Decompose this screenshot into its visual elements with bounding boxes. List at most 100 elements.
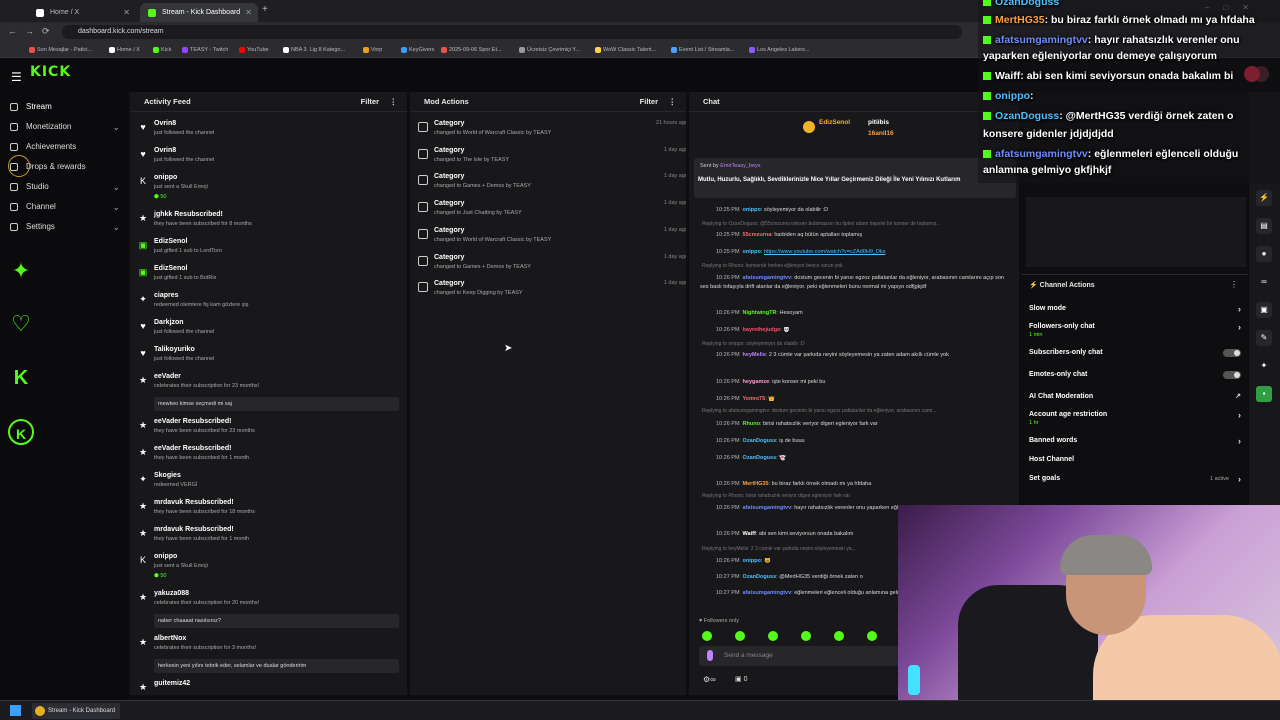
chat-message[interactable]: 10:26 PM OzanDoguss: iş de buuu — [700, 438, 1020, 444]
chevron-right-icon[interactable]: › — [1238, 322, 1241, 332]
bookmark[interactable]: YouTube — [238, 42, 269, 58]
chat-bubble-icon[interactable]: ● — [1256, 246, 1272, 262]
filter-button[interactable]: Filter — [361, 92, 379, 112]
channel-action-slow-mode[interactable]: Slow mode › — [1029, 304, 1241, 314]
doc-icon[interactable]: ▤ — [1256, 218, 1272, 234]
bookmark[interactable]: Kick — [152, 42, 171, 58]
message-user[interactable]: afatsumgamingtvv — [743, 505, 792, 511]
more-icon[interactable]: ⋮ — [669, 92, 677, 112]
bolt-icon[interactable]: ⚡ — [1256, 190, 1272, 206]
bookmark[interactable]: Ücretsiz Çevrimiçi Y... — [518, 42, 580, 58]
tab-x[interactable]: Home / X ✕ — [28, 3, 136, 22]
chevron-down-icon[interactable]: ⌄ — [112, 199, 120, 215]
sidebar-item-stream[interactable]: Stream — [10, 99, 120, 115]
nav-buttons[interactable]: ←→⟳ — [8, 26, 58, 37]
add-widget-icon[interactable]: ▪ — [1256, 386, 1272, 402]
more-icon[interactable]: ⋮ — [1230, 280, 1238, 289]
bookmark[interactable]: TEASY - Twitch — [181, 42, 228, 58]
chat-message[interactable]: 10:26 PM NightwingTR: Hesoyam — [700, 310, 1020, 316]
bookmark[interactable]: Los Angeles Lakers... — [748, 42, 810, 58]
chat-message[interactable]: 10:25 PM onippo: https://www.youtube.com/… — [700, 249, 1020, 255]
chat-message[interactable]: 10:26 PM heyMelis: 2 3 cümle var şarkıda … — [700, 352, 1020, 358]
message-user[interactable]: NightwingTR — [743, 310, 777, 316]
bookmark[interactable]: 2025-09-06 Spor Et... — [440, 42, 502, 58]
chevron-right-icon[interactable]: › — [1238, 304, 1241, 314]
hamburger-icon[interactable]: ☰ — [11, 70, 22, 84]
channel-action-ai-chat-moderation[interactable]: AI Chat Moderation ↗ — [1029, 393, 1241, 400]
emote-icon[interactable] — [735, 631, 745, 641]
message-user[interactable]: bayrethejudge — [743, 327, 781, 333]
message-user[interactable]: Waiff — [743, 531, 756, 537]
channel-action-subscribers-only-chat[interactable]: Subscribers-only chat — [1029, 349, 1241, 357]
message-user[interactable]: onippo — [743, 249, 761, 255]
chevron-right-icon[interactable]: › — [1238, 410, 1241, 420]
bookmark[interactable]: Vorp — [362, 42, 382, 58]
message-user[interactable]: onippo — [743, 558, 761, 564]
url-input[interactable]: dashboard.kick.com/stream — [62, 25, 962, 39]
bookmark[interactable]: NBA 3. Lig 8 Katego... — [282, 42, 345, 58]
bookmark[interactable]: KeyGivers — [400, 42, 434, 58]
channel-action-emotes-only-chat[interactable]: Emotes-only chat — [1029, 371, 1241, 379]
chevron-down-icon[interactable]: ⌄ — [112, 219, 120, 235]
emote-icon[interactable] — [867, 631, 877, 641]
emote-icon[interactable] — [768, 631, 778, 641]
toggle-switch[interactable] — [1223, 349, 1241, 357]
tab-kick-dashboard[interactable]: Stream - Kick Dashboard ✕ — [140, 3, 258, 22]
message-user[interactable]: MertHG35 — [743, 481, 769, 487]
chevron-right-icon[interactable]: › — [1238, 474, 1241, 484]
bookmark[interactable]: WoW Classic Talent... — [594, 42, 656, 58]
taskbar-app-chrome[interactable]: Stream - Kick Dashboard — [32, 703, 120, 719]
message-user[interactable]: onippo — [743, 207, 761, 213]
sidebar-item-studio[interactable]: Studio ⌄ — [10, 179, 120, 195]
sidebar-item-settings[interactable]: Settings ⌄ — [10, 219, 120, 235]
channel-action-followers-only-chat[interactable]: Followers-only chat 1 min › — [1029, 322, 1241, 338]
settings-icon[interactable]: ⚙∞ — [703, 675, 716, 684]
chat-message[interactable]: 10:26 PM Rhuno: birisi rahatsızlık veriyo… — [700, 421, 1020, 427]
emote-icon[interactable] — [834, 631, 844, 641]
message-user[interactable]: heyMelis — [743, 352, 766, 358]
link-icon[interactable]: ∞ — [1256, 274, 1272, 290]
bookmark[interactable]: Son Mesajlar - Patici... — [28, 42, 92, 58]
people-icon[interactable]: ✦ — [1256, 358, 1272, 374]
card-icon[interactable]: ▣ — [1256, 302, 1272, 318]
emote-icon[interactable] — [702, 631, 712, 641]
channel-action-account-age-restriction[interactable]: Account age restriction 1 hr › — [1029, 410, 1241, 426]
chat-message[interactable]: 10:26 PM Yemre75: 👑 — [700, 396, 1020, 402]
kick-logo[interactable]: KICK — [30, 64, 71, 80]
new-tab-button[interactable]: + — [262, 4, 268, 15]
chat-message[interactable]: 10:26 PM MertHG35: bu biraz farklı örnek … — [700, 481, 1020, 487]
message-user[interactable]: 55cmzurna — [743, 232, 772, 238]
chat-message[interactable]: 10:26 PM heygamze: işte konser mi peki bu — [700, 379, 1020, 385]
message-user[interactable]: afatsumgamingtvv — [743, 590, 792, 596]
channel-action-set-goals[interactable]: Set goals 1 active › — [1029, 474, 1241, 484]
filter-button[interactable]: Filter — [640, 92, 658, 112]
external-link-icon[interactable]: ↗ — [1235, 392, 1241, 400]
sidebar-item-channel[interactable]: Channel ⌄ — [10, 199, 120, 215]
bookmark[interactable]: Home / X — [108, 42, 140, 58]
pinned-message[interactable]: Sent by EmirTeasy_beys Mutlu, Huzurlu, S… — [694, 158, 1016, 198]
message-user[interactable]: Yemre75 — [743, 396, 766, 402]
sidebar-item-monetization[interactable]: Monetization ⌄ — [10, 119, 120, 135]
more-icon[interactable]: ⋮ — [390, 92, 398, 112]
chat-message[interactable]: 10:26 PM afatsumgamingtvv: dostum gecenin… — [700, 274, 1010, 292]
toggle-switch[interactable] — [1223, 371, 1241, 379]
close-icon[interactable]: ✕ — [123, 3, 130, 22]
chat-message[interactable]: 10:25 PM 55cmzurna: harbiden aq bütün apt… — [700, 232, 1020, 238]
message-user[interactable]: afatsumgamingtvv — [743, 275, 792, 281]
message-user[interactable]: heygamze — [743, 379, 770, 385]
close-icon[interactable]: ✕ — [245, 3, 252, 22]
channel-action-host-channel[interactable]: Host Channel — [1029, 456, 1241, 463]
message-user[interactable]: OzanDoguss — [743, 455, 777, 461]
channel-action-banned-words[interactable]: Banned words › — [1029, 436, 1241, 446]
bookmark[interactable]: Event List / Streamla... — [670, 42, 734, 58]
tool-icon[interactable]: ✎ — [1256, 330, 1272, 346]
message-user[interactable]: OzanDoguss — [743, 438, 777, 444]
chat-message[interactable]: 10:26 PM OzanDoguss: 👻 — [700, 455, 1020, 461]
message-user[interactable]: OzanDoguss — [743, 574, 777, 580]
chevron-right-icon[interactable]: › — [1238, 436, 1241, 446]
sidebar-item-achievements[interactable]: Achievements — [10, 139, 120, 155]
windows-icon[interactable] — [10, 705, 21, 716]
chat-input[interactable]: Send a message — [699, 646, 899, 666]
message-user[interactable]: Rhuno — [743, 421, 760, 427]
chat-message[interactable]: 10:25 PM onippo: söyleyemiyor da olabilir… — [700, 207, 1020, 213]
